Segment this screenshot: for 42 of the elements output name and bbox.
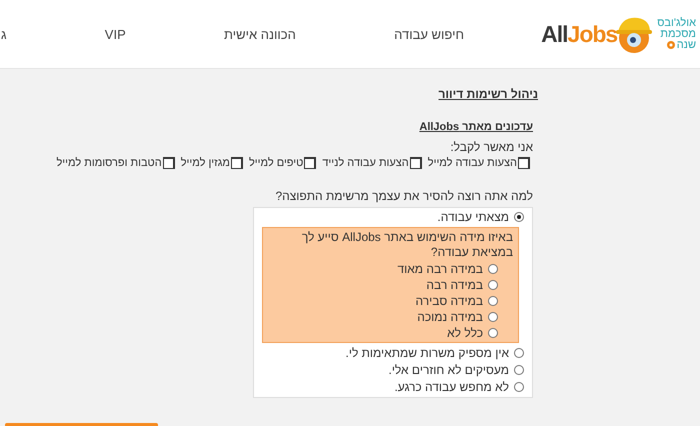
question-text: למה אתה רוצה להסיר את עצמך מרשימת התפוצה? [275,189,533,203]
reason-option[interactable]: מעסיקים לא חוזרים אלי. [388,363,524,377]
radio-button[interactable] [488,296,498,306]
nav-link[interactable]: חיפוש עבודה [394,26,464,42]
rating-option[interactable]: במידה רבה [426,278,498,292]
page-title: ניהול רשימות דיוור [438,87,538,101]
reason-option[interactable]: מצאתי עבודה. [437,210,524,224]
logo-tagline: אולג'ובס [657,18,696,28]
rating-option[interactable]: במידה רבה מאוד [398,262,498,276]
reason-option[interactable]: לא מחפש עבודה כרגע. [394,380,524,394]
subscription-option[interactable]: הטבות ופרסומות למייל [56,157,175,169]
dot-icon [666,41,675,49]
checkbox[interactable] [304,157,316,169]
checkbox[interactable] [410,157,422,169]
rating-option[interactable]: כלל לא [447,326,498,340]
radio-button[interactable] [488,280,498,290]
radio-button[interactable] [514,348,524,358]
radio-button[interactable] [488,312,498,322]
rating-option[interactable]: במידה נמוכה [417,310,498,324]
consent-label: אני מאשר לקבל: [450,140,533,154]
checkbox[interactable] [518,157,530,169]
checkbox[interactable] [162,157,175,169]
radio-button[interactable] [514,212,524,222]
radio-button[interactable] [514,365,524,375]
nav-link[interactable]: הכוונה אישית [224,26,296,42]
section-title: עדכונים מאתר AllJobs [419,121,533,133]
radio-button[interactable] [488,264,498,274]
reason-option[interactable]: אין מספיק משרות שמתאימות לי. [346,346,524,360]
nav-link[interactable]: VIP [104,26,126,42]
subscription-option[interactable]: טיפים למייל [248,157,316,169]
rating-option[interactable]: במידה סבירה [416,294,498,308]
subscription-option[interactable]: הצעות עבודה לנייד [322,157,422,169]
radio-button[interactable] [514,382,524,392]
nav-link[interactable]: ג [1,26,7,42]
checkbox[interactable] [230,157,243,169]
brand-logo-text[interactable]: AllJobs [541,20,618,48]
logo-tagline: שנה [657,40,696,50]
followup-question: באיזו מידה השימוש באתר AllJobs סייע לך במציאת עבודה? [300,230,513,260]
subscription-option[interactable]: מגזין למייל [180,157,243,169]
subscription-option[interactable]: הצעות עבודה למייל [428,157,530,169]
radio-button[interactable] [488,328,498,338]
logo-tagline: מסכמת [659,28,696,40]
